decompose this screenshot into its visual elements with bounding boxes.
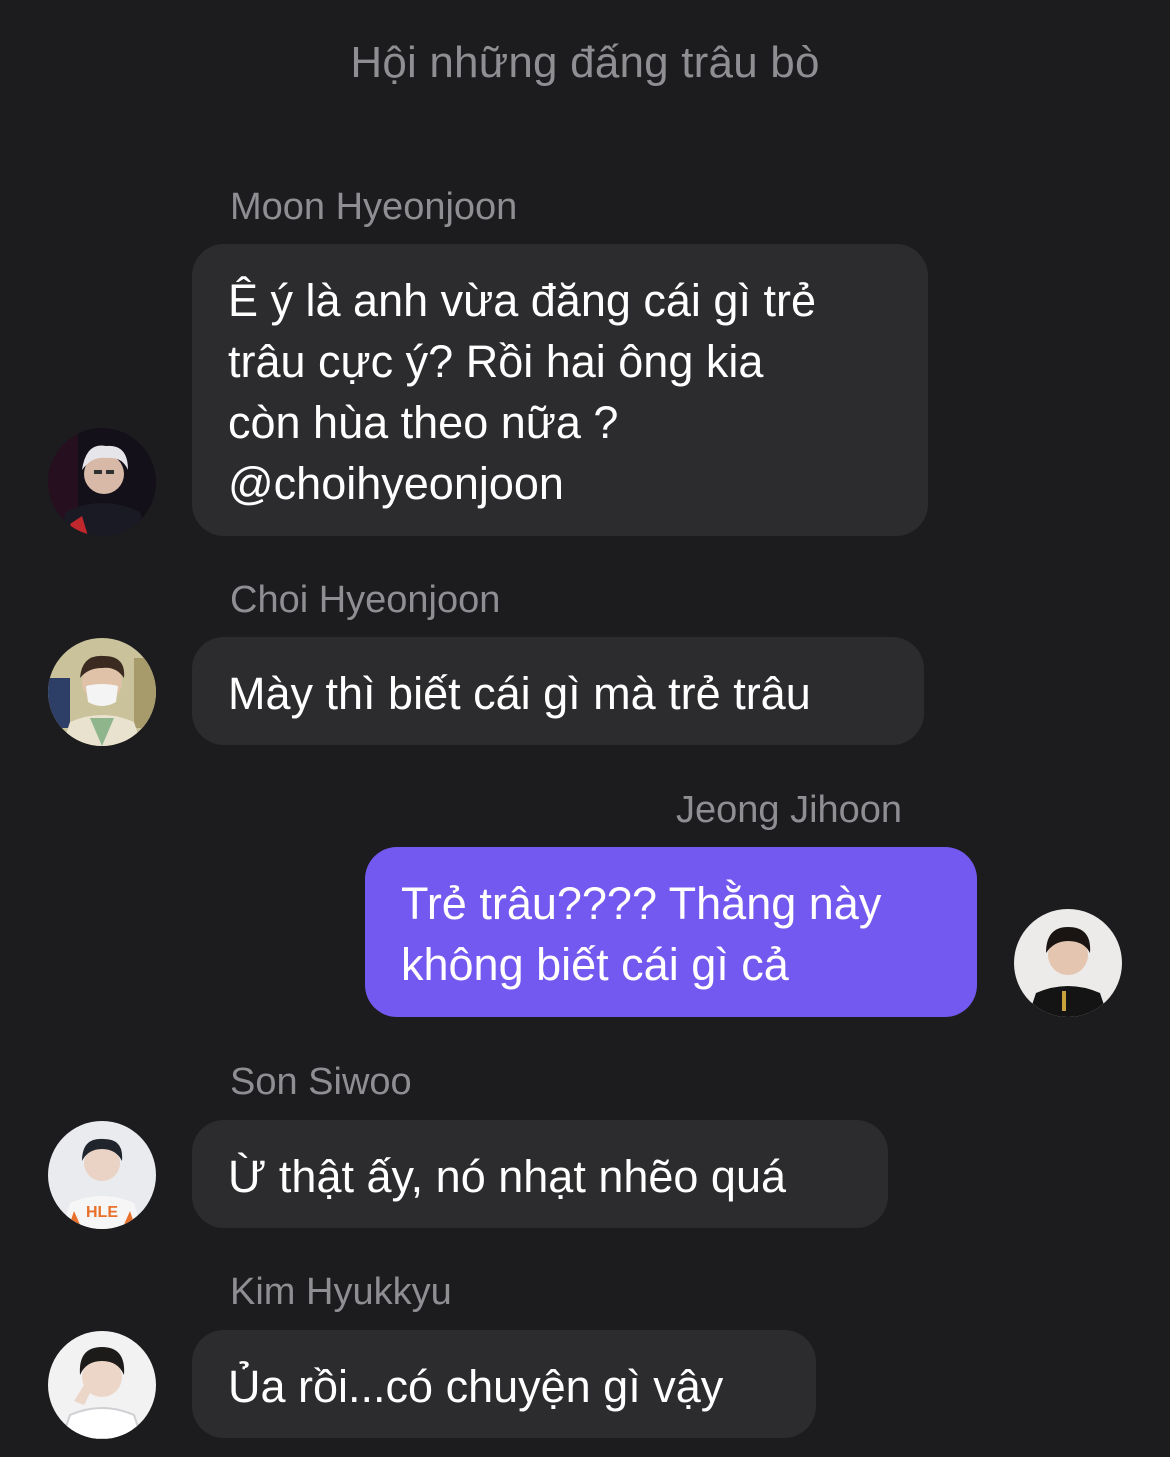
message-sender-name: Moon Hyeonjoon (230, 186, 518, 228)
profile-photo-icon (1014, 909, 1122, 1017)
message-text: Ủa rồi...có chuyện gì vậy (228, 1361, 724, 1412)
message-text: Mày thì biết cái gì mà trẻ trâu (228, 668, 811, 719)
user-avatar[interactable]: HLE (48, 1121, 156, 1229)
profile-photo-icon (48, 428, 156, 536)
chat-title: Hội những đấng trâu bò (350, 38, 820, 87)
message-bubble[interactable]: Ê ý là anh vừa đăng cái gì trẻ trâu cực … (192, 244, 928, 536)
message-bubble[interactable]: Mày thì biết cái gì mà trẻ trâu (192, 637, 924, 745)
user-avatar[interactable] (48, 638, 156, 746)
profile-photo-icon (48, 638, 156, 746)
profile-photo-icon (48, 1331, 156, 1439)
message-bubble[interactable]: Trẻ trâu???? Thằng này không biết cái gì… (365, 847, 977, 1017)
message-sender-name: Son Siwoo (230, 1061, 412, 1103)
message-text: Trẻ trâu???? Thằng này không biết cái gì… (401, 878, 882, 990)
message-bubble[interactable]: Ủa rồi...có chuyện gì vậy (192, 1330, 816, 1438)
message-sender-name: Jeong Jihoon (676, 789, 903, 831)
message-bubble[interactable]: Ừ thật ấy, nó nhạt nhẽo quá (192, 1120, 888, 1228)
user-avatar[interactable] (1014, 909, 1122, 1017)
user-avatar[interactable] (48, 1331, 156, 1439)
shirt-logo-text: HLE (86, 1204, 118, 1221)
message-sender-name: Choi Hyeonjoon (230, 579, 501, 621)
profile-photo-icon: HLE (48, 1121, 156, 1229)
message-sender-name: Kim Hyukkyu (230, 1271, 452, 1313)
message-text: Ê ý là anh vừa đăng cái gì trẻ trâu cực … (228, 275, 816, 509)
user-avatar[interactable] (48, 428, 156, 536)
message-text: Ừ thật ấy, nó nhạt nhẽo quá (228, 1151, 787, 1202)
